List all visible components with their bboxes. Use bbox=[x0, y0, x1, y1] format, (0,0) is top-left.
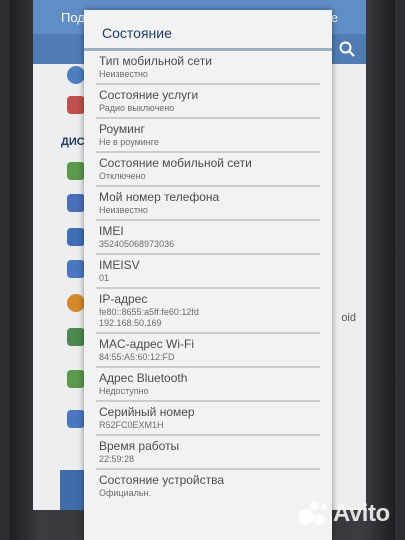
status-list: Тип мобильной сети Неизвестно Состояние … bbox=[84, 51, 332, 502]
item-value: fe80::8655:a5ff:fe60:12fd bbox=[99, 307, 199, 317]
item-value: 22:59:28 bbox=[99, 454, 135, 464]
status-item-device-state[interactable]: Состояние устройства Официальн. bbox=[96, 470, 320, 502]
item-value: 01 bbox=[99, 273, 110, 283]
users-icon bbox=[67, 294, 85, 312]
item-title: MAC-адрес Wi-Fi bbox=[99, 337, 195, 351]
status-item-service-state[interactable]: Состояние услуги Радио выключено bbox=[96, 85, 320, 119]
status-item-imei[interactable]: IMEI 352405068973036 bbox=[96, 221, 320, 255]
status-item-phone-number[interactable]: Мой номер телефона Неизвестно bbox=[96, 187, 320, 221]
status-item-serial-number[interactable]: Серийный номер R52FC0EXM1H bbox=[96, 402, 320, 436]
status-item-bluetooth-address[interactable]: Адрес Bluetooth Недоступно bbox=[96, 368, 320, 402]
item-title: Роуминг bbox=[99, 122, 145, 136]
avito-watermark: Avito bbox=[297, 498, 393, 528]
item-title: Серийный номер bbox=[99, 405, 195, 419]
calendar-icon bbox=[67, 410, 85, 428]
item-value: 84:55:A5:60:12:FD bbox=[99, 352, 175, 362]
item-value: R52FC0EXM1H bbox=[99, 420, 164, 430]
status-item-network-type[interactable]: Тип мобильной сети Неизвестно bbox=[96, 51, 320, 85]
watermark-text: Avito bbox=[333, 500, 390, 527]
item-value: Неизвестно bbox=[99, 69, 148, 79]
item-value: Неизвестно bbox=[99, 205, 148, 215]
settings-section-label: ДИС bbox=[61, 136, 85, 148]
list-icon bbox=[67, 162, 85, 180]
data-icon bbox=[67, 96, 85, 114]
search-icon[interactable] bbox=[338, 40, 356, 58]
item-title: Время работы bbox=[99, 439, 180, 453]
item-value: Недоступно bbox=[99, 386, 149, 396]
avito-logo-icon bbox=[298, 501, 327, 525]
item-title: Состояние устройства bbox=[99, 473, 225, 487]
status-dialog: Состояние Тип мобильной сети Неизвестно … bbox=[84, 10, 332, 540]
item-value: Отключено bbox=[99, 171, 146, 181]
storage-icon bbox=[67, 370, 85, 388]
item-value: 352405068973036 bbox=[99, 239, 175, 249]
eye-icon bbox=[67, 66, 85, 84]
status-item-wifi-mac[interactable]: MAC-адрес Wi-Fi 84:55:A5:60:12:FD bbox=[96, 334, 320, 368]
apps-icon bbox=[67, 228, 85, 246]
item-title: Состояние услуги bbox=[99, 88, 199, 102]
item-title: Тип мобильной сети bbox=[99, 54, 212, 68]
item-title: Состояние мобильной сети bbox=[99, 156, 252, 170]
item-value: Не в роуминге bbox=[99, 137, 159, 147]
phone-icon bbox=[67, 194, 85, 212]
settings-side-text: oid bbox=[341, 312, 356, 324]
item-title: Мой номер телефона bbox=[99, 190, 220, 204]
item-title: IMEI bbox=[99, 224, 124, 238]
dialog-title: Состояние bbox=[102, 25, 172, 41]
item-title: IMEISV bbox=[99, 258, 140, 272]
item-value: Радио выключено bbox=[99, 103, 175, 113]
status-item-roaming[interactable]: Роуминг Не в роуминге bbox=[96, 119, 320, 153]
item-title: Адрес Bluetooth bbox=[99, 371, 188, 385]
battery-icon bbox=[67, 328, 85, 346]
item-title: IP-адрес bbox=[99, 292, 148, 306]
item-value-secondary: 192.168.50.169 bbox=[99, 318, 162, 328]
status-item-uptime[interactable]: Время работы 22:59:28 bbox=[96, 436, 320, 470]
status-item-mobile-network-state[interactable]: Состояние мобильной сети Отключено bbox=[96, 153, 320, 187]
status-item-imeisv[interactable]: IMEISV 01 bbox=[96, 255, 320, 289]
status-item-ip-address[interactable]: IP-адрес fe80::8655:a5ff:fe60:12fd 192.1… bbox=[96, 289, 320, 334]
grid-icon bbox=[67, 260, 85, 278]
settings-title-fragment: Под bbox=[61, 10, 85, 25]
item-value: Официальн. bbox=[99, 488, 152, 498]
